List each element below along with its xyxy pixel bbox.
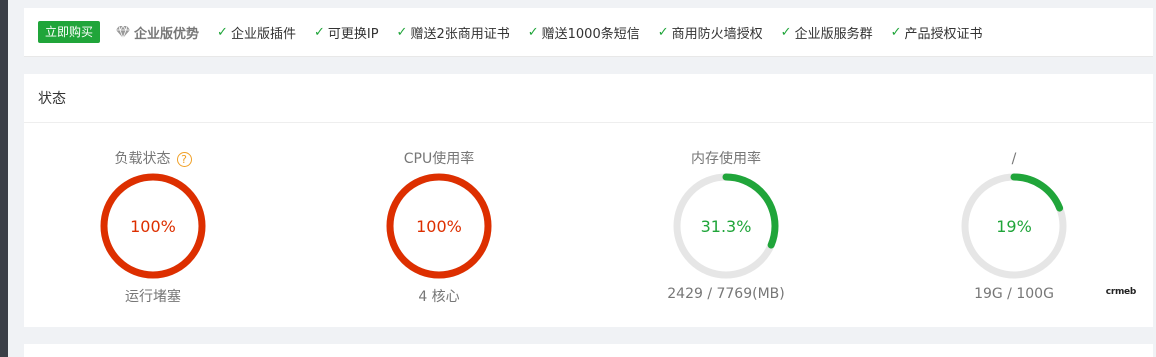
disk-usage-gauge[interactable]: / 19% 19G / 100G xyxy=(944,149,1084,302)
check-icon: ✓ xyxy=(313,24,325,40)
gauge-title-text: / xyxy=(1011,151,1017,167)
check-icon: ✓ xyxy=(396,24,408,40)
feature-item: ✓ 可更换IP xyxy=(314,23,379,42)
left-sidebar-edge xyxy=(0,0,8,357)
check-icon: ✓ xyxy=(217,24,228,40)
feature-label: 商用防火墙授权 xyxy=(671,26,763,42)
gauge-value: 100% xyxy=(416,216,462,236)
feature-label: 企业版插件 xyxy=(230,26,296,42)
status-panel-header: 状态 xyxy=(24,74,1156,123)
cpu-usage-gauge[interactable]: CPU使用率 100% 4 核心 xyxy=(369,149,509,306)
gauge-value: 31.3% xyxy=(700,216,752,236)
crmeb-logo: crmeb xyxy=(1105,287,1137,297)
feature-item: ✓ 企业版插件 xyxy=(217,23,296,42)
gauge-ring: 100% xyxy=(384,171,494,281)
feature-item: ✓ 产品授权证书 xyxy=(891,23,983,42)
gauge-subtitle: 运行堵塞 xyxy=(125,289,181,305)
check-icon: ✓ xyxy=(780,24,792,40)
gauge-title-text: CPU使用率 xyxy=(403,151,475,167)
buy-now-button[interactable]: 立即购买 xyxy=(38,21,101,43)
memory-usage-gauge[interactable]: 内存使用率 31.3% 2429 / 7769(MB) xyxy=(656,149,796,302)
check-icon: ✓ xyxy=(890,24,902,40)
feature-item: ✓ 企业版服务群 xyxy=(781,23,873,42)
help-icon[interactable]: ? xyxy=(176,151,192,167)
gauge-title: CPU使用率 xyxy=(369,149,509,169)
gauge-title-text: 内存使用率 xyxy=(691,151,761,167)
gauge-title: / xyxy=(944,149,1084,169)
next-panel xyxy=(24,344,1156,357)
feature-label: 可更换IP xyxy=(327,26,379,42)
gauge-ring: 19% xyxy=(959,171,1069,281)
load-status-gauge[interactable]: 负载状态 ? 100% 运行堵塞 xyxy=(83,149,223,306)
gauge-value: 100% xyxy=(130,216,176,236)
gauge-subtitle: 2429 / 7769(MB) xyxy=(667,286,785,302)
feature-label: 赠送2张商用证书 xyxy=(410,26,510,42)
feature-item: ✓ 赠送1000条短信 xyxy=(528,23,640,42)
feature-item: ✓ 赠送2张商用证书 xyxy=(397,23,510,42)
feature-label: 产品授权证书 xyxy=(904,26,983,42)
gauge-subtitle: 19G / 100G xyxy=(974,286,1054,302)
panel-title: 状态 xyxy=(38,91,66,107)
feature-label: 企业版服务群 xyxy=(794,26,873,42)
gauge-ring: 31.3% xyxy=(671,171,781,281)
gauge-title: 内存使用率 xyxy=(656,149,796,169)
enterprise-title: 企业版优势 xyxy=(134,26,200,42)
enterprise-promo-bar: 立即购买 企业版优势 ✓ 企业版插件 ✓ 可更换IP ✓ 赠送2张商用证书 ✓ 赠送10… xyxy=(24,8,1156,57)
gauge-title-text: 负载状态 xyxy=(114,151,171,167)
diamond-icon xyxy=(116,26,131,38)
feature-label: 赠送1000条短信 xyxy=(541,26,640,42)
gauge-value: 19% xyxy=(996,216,1032,236)
gauge-title: 负载状态 ? xyxy=(83,149,223,169)
enterprise-advantages: 企业版优势 xyxy=(116,23,199,42)
status-panel: 状态 负载状态 ? 100% 运行堵塞 CPU使用率 100% 4 核心 内存使… xyxy=(24,74,1156,327)
gauge-ring: 100% xyxy=(98,171,208,281)
check-icon: ✓ xyxy=(657,24,669,40)
check-icon: ✓ xyxy=(527,24,539,40)
gauge-subtitle: 4 核心 xyxy=(418,289,460,305)
feature-item: ✓ 商用防火墙授权 xyxy=(658,23,763,42)
